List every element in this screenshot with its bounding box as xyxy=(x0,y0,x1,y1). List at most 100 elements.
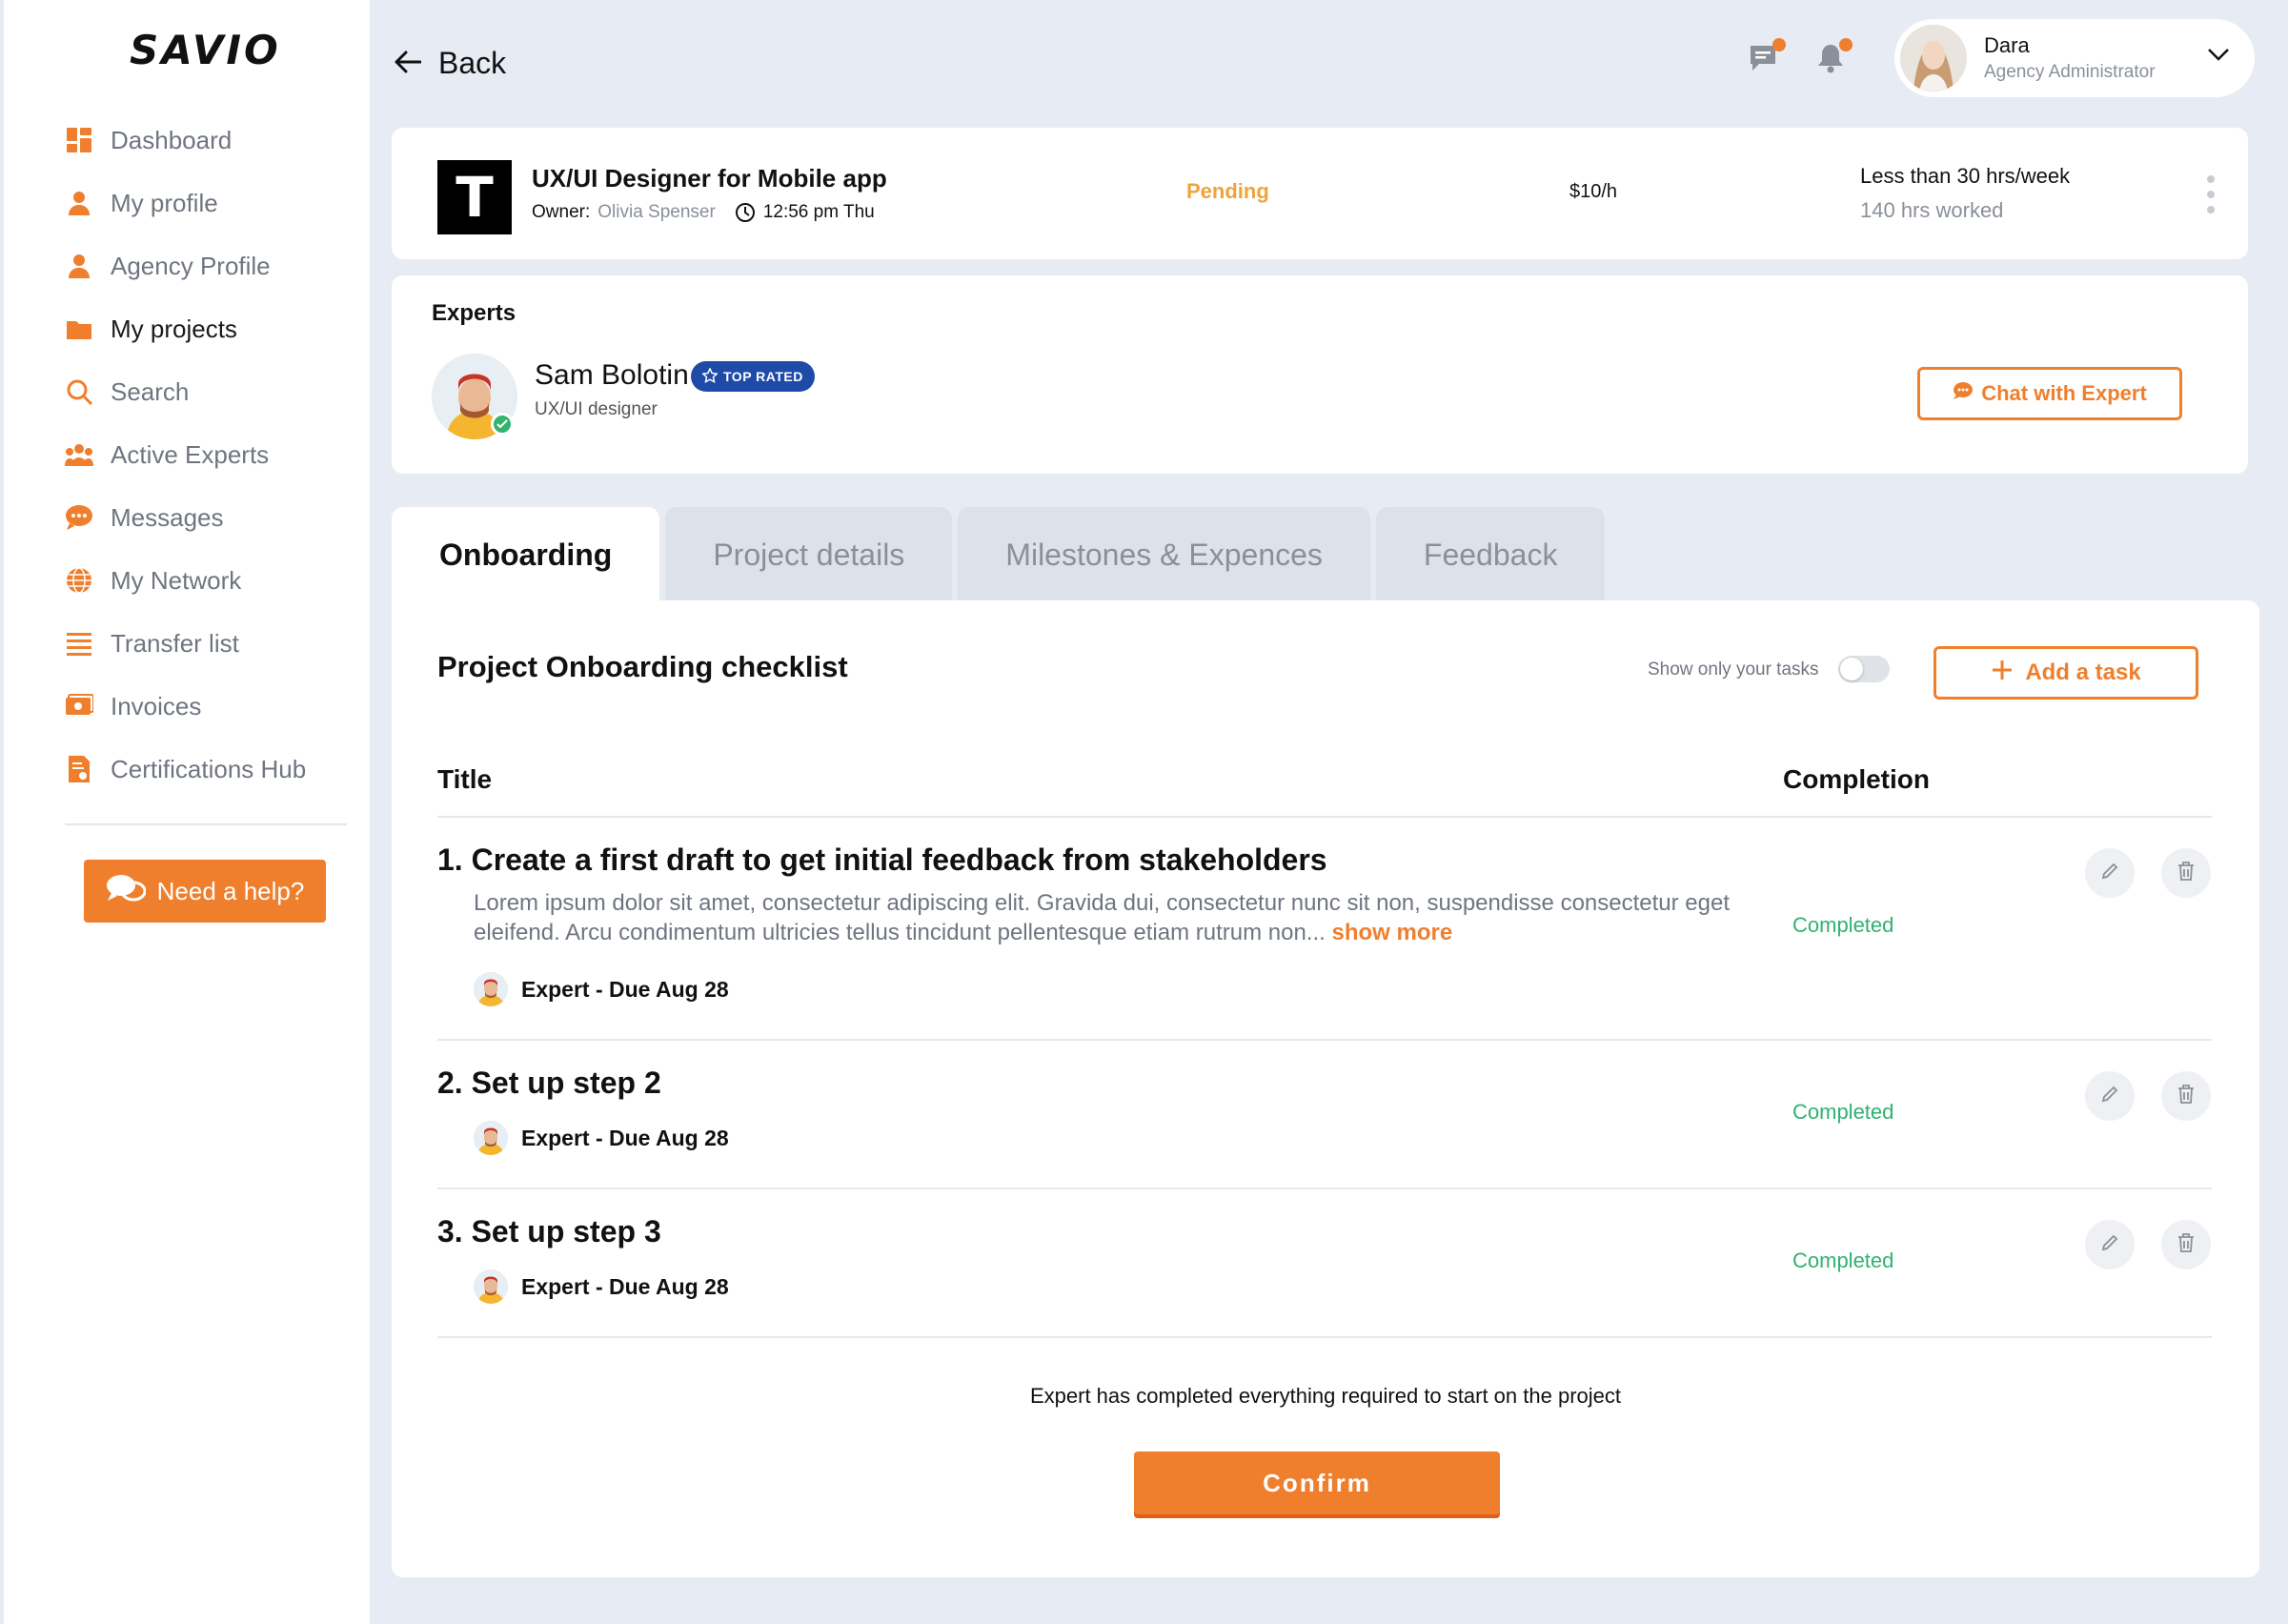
onboarding-checklist: Project Onboarding checklist Show only y… xyxy=(392,600,2259,1577)
tab-milestones-expences[interactable]: Milestones & Expences xyxy=(958,507,1370,602)
list-icon xyxy=(65,629,93,658)
sidebar-item-label: Active Experts xyxy=(111,439,270,469)
project-tabs: Onboarding Project details Milestones & … xyxy=(392,507,1606,602)
group-icon xyxy=(65,440,93,469)
user-role: Agency Administrator xyxy=(1984,62,2156,82)
confirm-button[interactable]: Confirm xyxy=(1134,1451,1500,1514)
notification-dot xyxy=(1839,38,1853,51)
add-task-button[interactable]: Add a task xyxy=(1934,646,2198,700)
arrow-left-icon xyxy=(395,46,422,81)
project-time: 12:56 pm Thu xyxy=(762,202,875,222)
delete-button[interactable] xyxy=(2161,848,2211,898)
plus-icon xyxy=(1991,659,2014,688)
sidebar-item-messages[interactable]: Messages xyxy=(65,486,351,549)
sidebar-item-transfer-list[interactable]: Transfer list xyxy=(65,612,351,675)
avatar xyxy=(474,972,508,1006)
completion-status: Completed xyxy=(1792,913,1894,937)
column-header-completion: Completion xyxy=(1783,764,1930,794)
top-rated-badge: TOP RATED xyxy=(691,361,815,392)
chat-icon xyxy=(1953,381,1974,406)
chat-icon xyxy=(65,503,93,532)
assignee-label: Expert - Due Aug 28 xyxy=(521,976,729,1002)
tab-feedback[interactable]: Feedback xyxy=(1375,507,1606,602)
show-more-link[interactable]: show more xyxy=(1331,920,1452,945)
project-meta: Owner: Olivia Spenser 12:56 pm Thu xyxy=(532,202,875,223)
toggle-label: Show only your tasks xyxy=(1648,660,1819,680)
edit-button[interactable] xyxy=(2085,848,2135,898)
sidebar-item-my-profile[interactable]: My profile xyxy=(65,172,351,234)
task-title[interactable]: 1. Create a first draft to get initial f… xyxy=(437,842,1327,878)
trash-icon xyxy=(2177,1084,2196,1109)
task-assignee: Expert - Due Aug 28 xyxy=(474,1121,729,1155)
verified-icon xyxy=(491,413,514,436)
user-info: Dara Agency Administrator xyxy=(1984,33,2156,83)
completion-status: Completed xyxy=(1792,1100,1894,1124)
sidebar-item-label: Certifications Hub xyxy=(111,754,307,783)
sidebar-item-certifications-hub[interactable]: Certifications Hub xyxy=(65,738,351,801)
edit-button[interactable] xyxy=(2085,1220,2135,1269)
sidebar-nav: Dashboard My profile Agency Profile My p… xyxy=(65,109,351,801)
sidebar-item-active-experts[interactable]: Active Experts xyxy=(65,423,351,486)
tab-project-details[interactable]: Project details xyxy=(665,507,953,602)
notification-dot xyxy=(1772,38,1786,51)
dashboard-icon xyxy=(65,126,93,154)
sidebar-item-label: Messages xyxy=(111,502,224,532)
sidebar-item-my-projects[interactable]: My projects xyxy=(65,297,351,360)
completion-note: Expert has completed everything required… xyxy=(1029,1384,1621,1408)
person-icon xyxy=(65,252,93,280)
show-only-my-tasks-toggle[interactable] xyxy=(1838,656,1890,682)
app-logo[interactable]: SAVIO xyxy=(130,27,281,73)
chat-bubbles-icon xyxy=(106,873,147,910)
more-options-icon[interactable] xyxy=(2206,175,2216,213)
sidebar-item-invoices[interactable]: Invoices xyxy=(65,675,351,738)
delete-button[interactable] xyxy=(2161,1071,2211,1121)
search-icon xyxy=(65,377,93,406)
owner-label: Owner: xyxy=(532,202,591,222)
messages-icon[interactable] xyxy=(1748,38,1786,76)
edit-button[interactable] xyxy=(2085,1071,2135,1121)
sidebar-item-label: Transfer list xyxy=(111,628,239,658)
invoice-icon xyxy=(65,692,93,721)
sidebar-item-label: Agency Profile xyxy=(111,251,271,280)
trash-icon xyxy=(2177,861,2196,886)
expert-name[interactable]: Sam Bolotin xyxy=(535,359,689,392)
tab-onboarding[interactable]: Onboarding xyxy=(392,507,660,602)
user-name: Dara xyxy=(1984,33,2030,57)
divider xyxy=(437,816,2212,818)
delete-button[interactable] xyxy=(2161,1220,2211,1269)
avatar xyxy=(474,1269,508,1304)
sidebar-item-dashboard[interactable]: Dashboard xyxy=(65,109,351,172)
chat-with-expert-button[interactable]: Chat with Expert xyxy=(1917,367,2182,420)
sidebar-item-agency-profile[interactable]: Agency Profile xyxy=(65,234,351,297)
hours-per-week: Less than 30 hrs/week xyxy=(1860,164,2071,188)
experts-heading: Experts xyxy=(432,300,516,326)
project-title[interactable]: UX/UI Designer for Mobile app xyxy=(532,164,887,193)
task-description-text: Lorem ipsum dolor sit amet, consectetur … xyxy=(474,890,1731,945)
need-help-label: Need a help? xyxy=(156,876,305,905)
divider xyxy=(437,1188,2212,1189)
trash-icon xyxy=(2177,1232,2196,1258)
chevron-down-icon[interactable] xyxy=(2207,48,2230,66)
back-button[interactable]: Back xyxy=(395,46,506,81)
need-help-button[interactable]: Need a help? xyxy=(84,860,326,923)
user-menu[interactable]: Dara Agency Administrator xyxy=(1894,19,2255,97)
chat-with-expert-label: Chat with Expert xyxy=(1981,381,2147,405)
sidebar-item-my-network[interactable]: My Network xyxy=(65,549,351,612)
sidebar-item-label: My projects xyxy=(111,314,237,343)
assignee-label: Expert - Due Aug 28 xyxy=(521,1125,729,1150)
sidebar-item-label: My profile xyxy=(111,188,218,217)
sidebar-item-label: Invoices xyxy=(111,691,202,721)
assignee-label: Expert - Due Aug 28 xyxy=(521,1273,729,1299)
task-title[interactable]: 2. Set up step 2 xyxy=(437,1066,661,1101)
owner-name[interactable]: Olivia Spenser xyxy=(597,202,716,223)
task-title[interactable]: 3. Set up step 3 xyxy=(437,1214,661,1249)
person-icon xyxy=(65,189,93,217)
sidebar-item-search[interactable]: Search xyxy=(65,360,351,423)
pencil-icon xyxy=(2099,1084,2120,1109)
bell-icon[interactable] xyxy=(1814,38,1853,76)
pencil-icon xyxy=(2099,861,2120,886)
task-assignee: Expert - Due Aug 28 xyxy=(474,972,729,1006)
divider xyxy=(437,1039,2212,1041)
avatar xyxy=(474,1121,508,1155)
hourly-rate: $10/h xyxy=(1569,181,1618,202)
